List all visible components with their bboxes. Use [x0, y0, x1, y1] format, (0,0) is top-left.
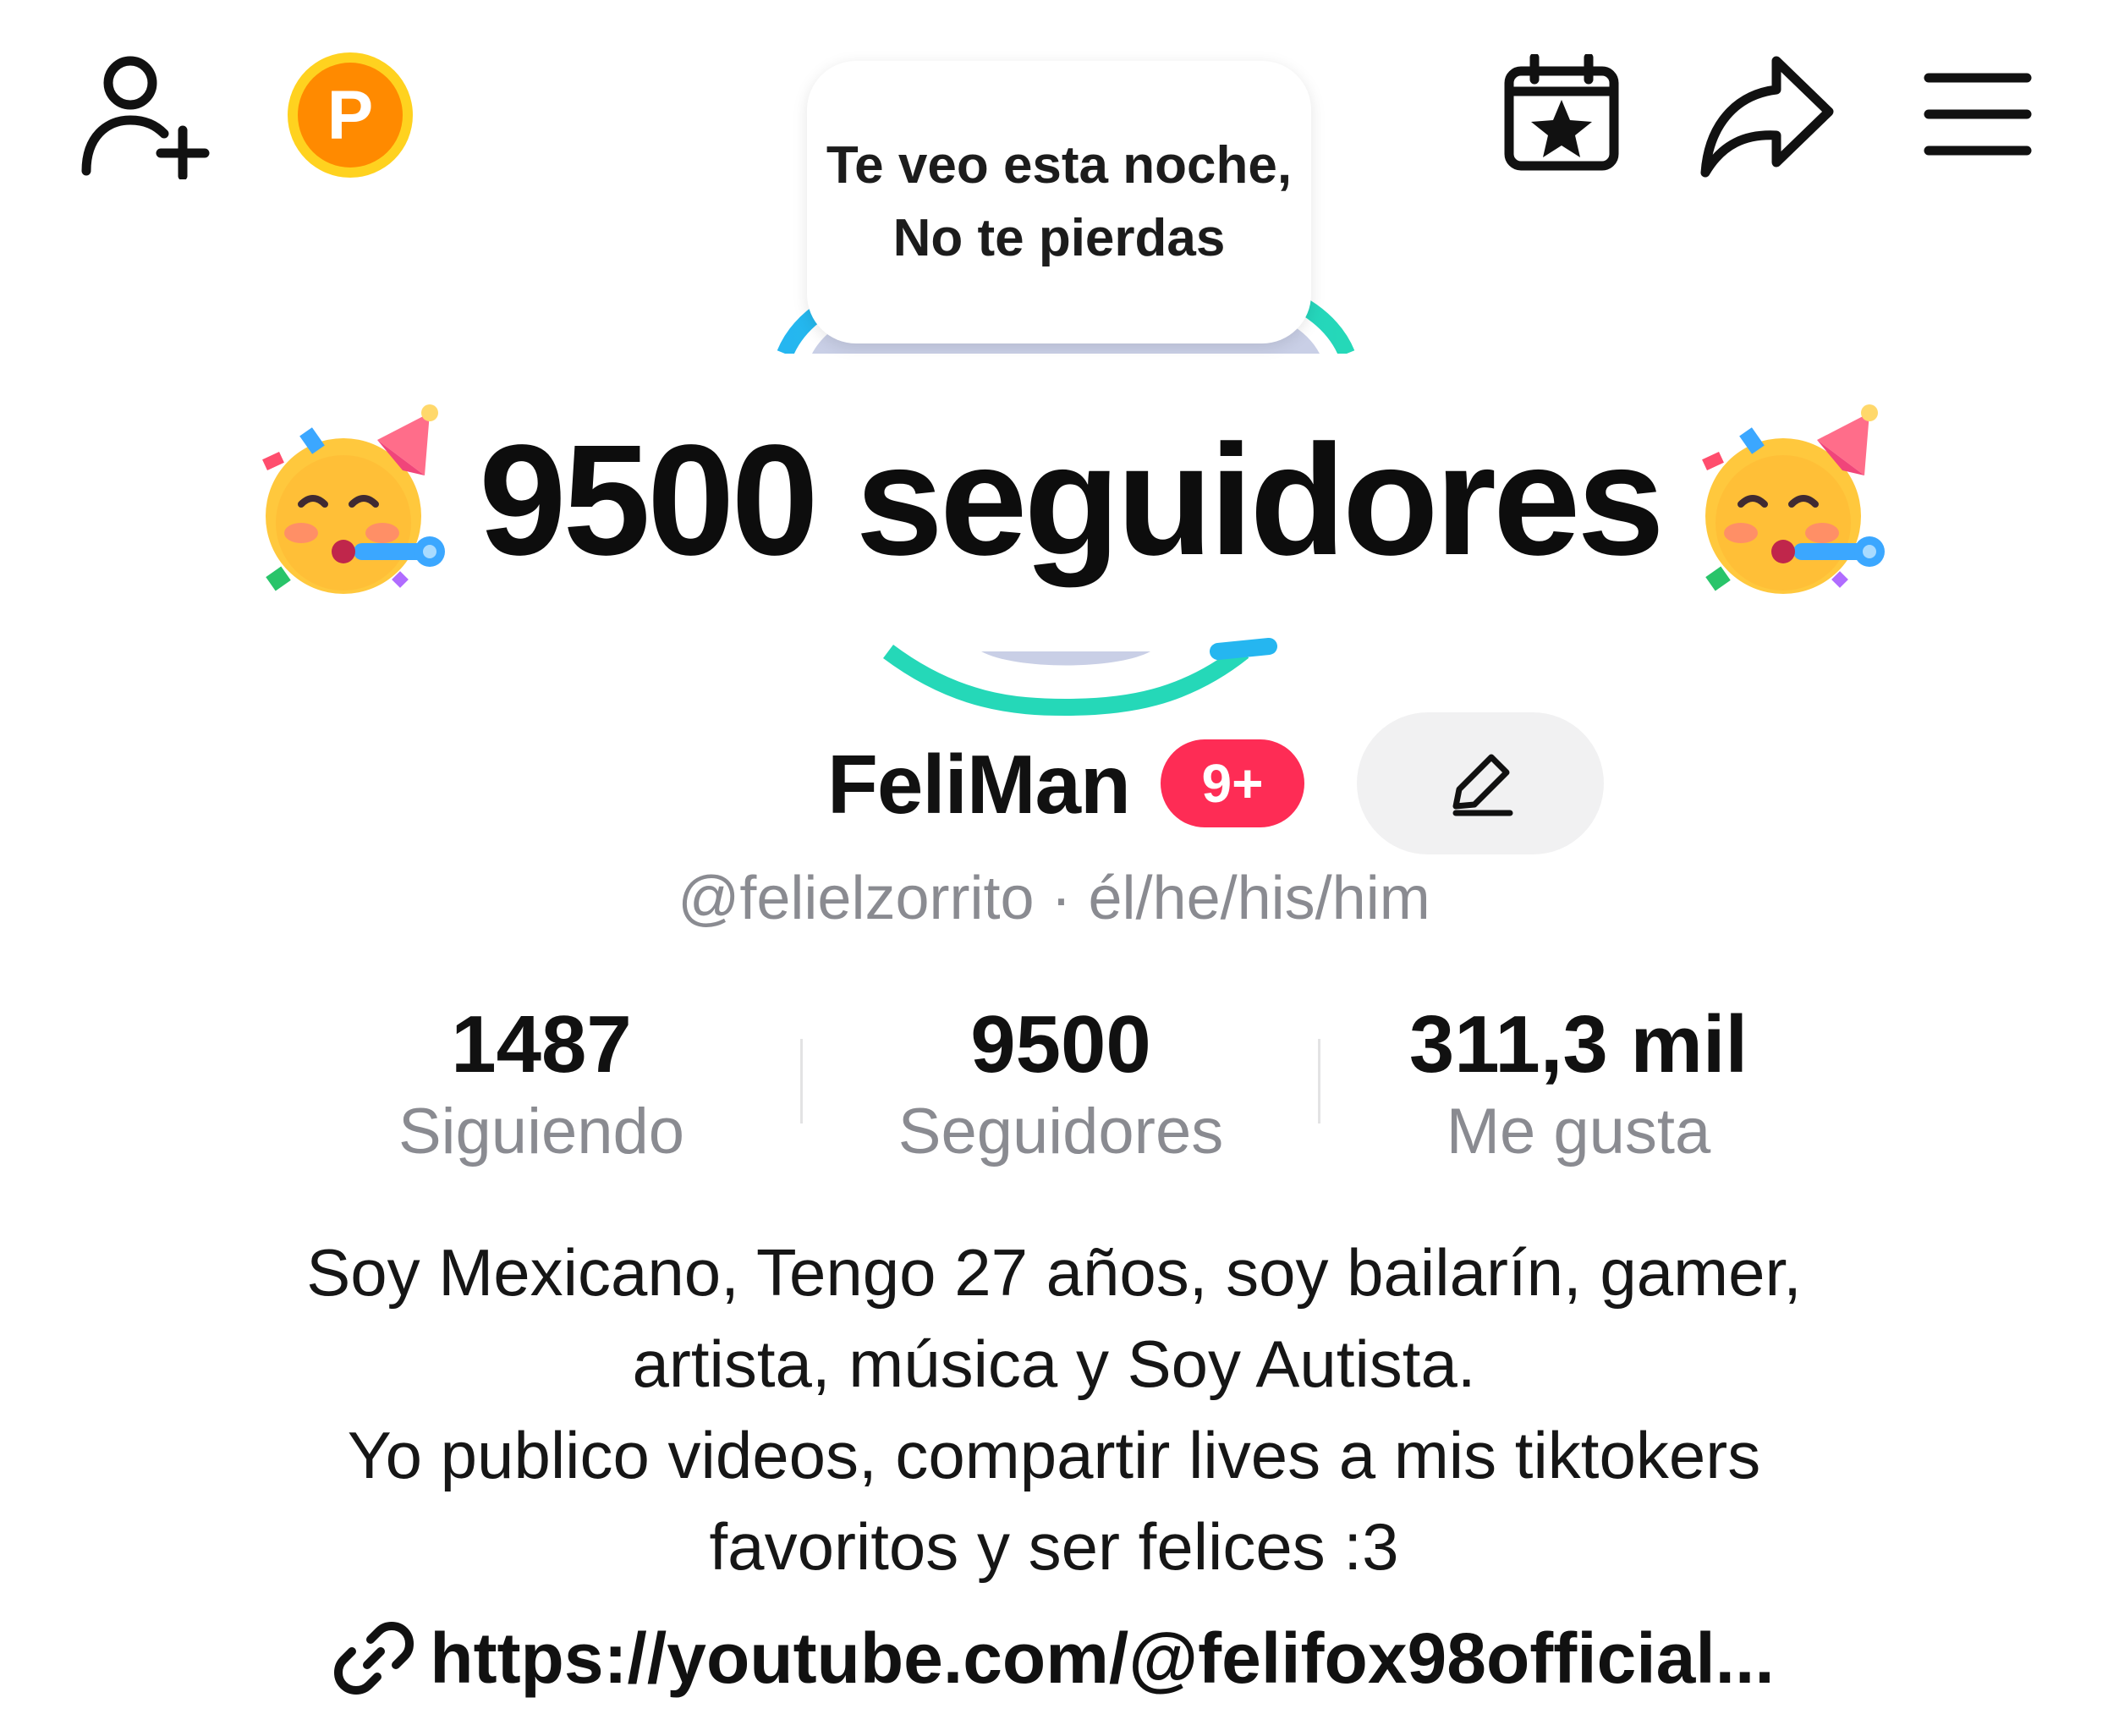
- points-label: P: [327, 77, 374, 154]
- pencil-icon: [1452, 754, 1513, 816]
- bio-line: favoritos y ser felices :3: [709, 1509, 1399, 1584]
- profile-handle-pronouns: @felielzorrito · él/he/his/him: [678, 865, 1430, 932]
- bio-line: Soy Mexicano, Tengo 27 años, soy bailarí…: [306, 1235, 1802, 1310]
- edit-profile-button[interactable]: [1357, 712, 1604, 854]
- partying-face-emoji-right: [1702, 404, 1885, 594]
- profile-link-text[interactable]: https://youtube.com/@felifox98official..…: [430, 1612, 1774, 1705]
- profile-display-name: FeliMan: [827, 738, 1131, 831]
- stat-likes[interactable]: 311,3 mil Me gusta: [1359, 998, 1798, 1176]
- profile-bio: Soy Mexicano, Tengo 27 años, soy bailarí…: [169, 1227, 1939, 1592]
- likes-label: Me gusta: [1446, 1096, 1711, 1167]
- milestone-text: 9500 seguidores: [479, 413, 1665, 588]
- following-count: 1487: [451, 999, 632, 1090]
- story-note-text: Te veo esta noche, No te pierdas: [826, 136, 1293, 267]
- add-friend-button[interactable]: [78, 52, 213, 179]
- link-chain-icon: [334, 1622, 414, 1695]
- person-plus-icon: [81, 56, 210, 179]
- partying-face-emoji-left: [262, 404, 445, 594]
- points-coin-icon: P: [288, 52, 413, 178]
- followers-label: Seguidores: [898, 1096, 1224, 1167]
- notification-badge[interactable]: 9+: [1161, 739, 1304, 827]
- followers-count: 9500: [970, 999, 1151, 1090]
- bio-line: Yo publico videos, compartir lives a mis…: [347, 1418, 1761, 1492]
- hamburger-menu-icon: [1924, 73, 2032, 156]
- calendar-star-icon: [1504, 54, 1619, 171]
- stat-followers[interactable]: 9500 Seguidores: [841, 998, 1281, 1176]
- events-calendar-button[interactable]: [1502, 54, 1621, 173]
- bio-line: artista, música y Soy Autista.: [632, 1327, 1476, 1401]
- profile-link[interactable]: https://youtube.com/@felifox98official..…: [0, 1612, 2108, 1705]
- share-button[interactable]: [1697, 52, 1836, 179]
- following-label: Siguiendo: [398, 1096, 685, 1167]
- stat-following[interactable]: 1487 Siguiendo: [321, 998, 761, 1176]
- menu-button[interactable]: [1924, 69, 2032, 159]
- story-note-bubble[interactable]: Te veo esta noche, No te pierdas: [807, 61, 1311, 343]
- stat-divider: [1318, 1039, 1320, 1123]
- share-arrow-icon: [1700, 56, 1834, 178]
- avatar-story-ring-bottom[interactable]: [761, 626, 1370, 728]
- stat-divider: [800, 1039, 803, 1123]
- points-button[interactable]: P: [286, 51, 414, 179]
- likes-count: 311,3 mil: [1408, 999, 1748, 1090]
